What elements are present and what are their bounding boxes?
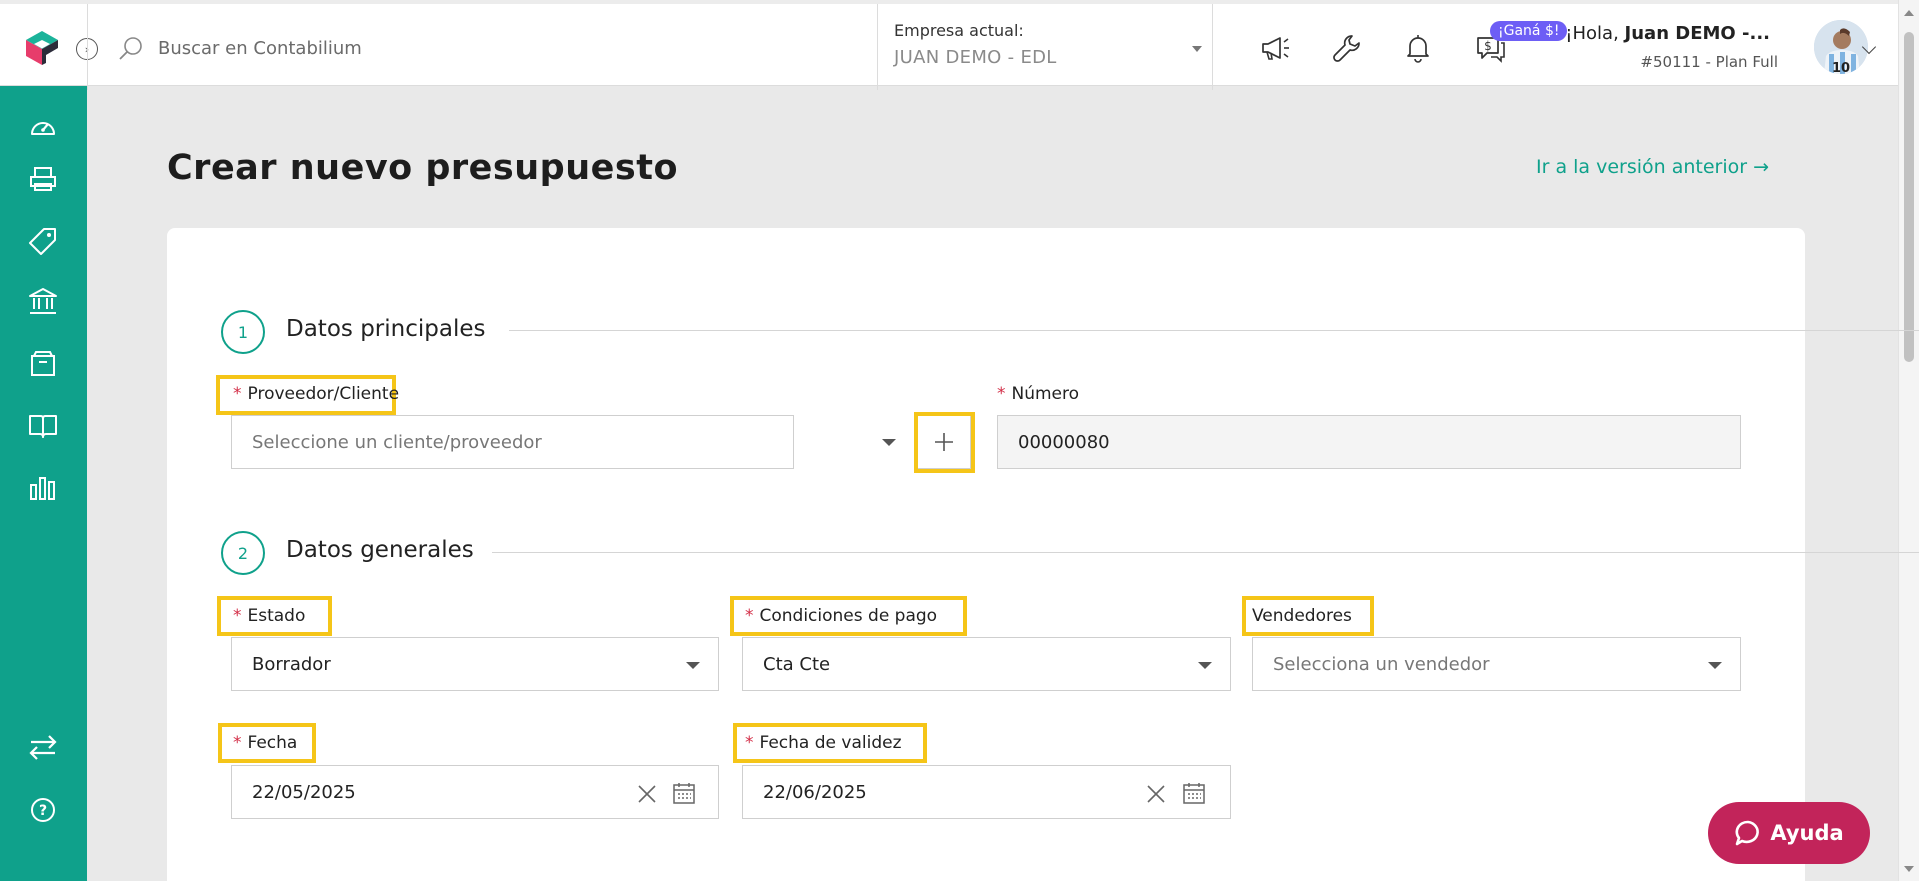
proveedor-select[interactable]: Seleccione un cliente/proveedor [231,415,794,469]
chevron-down-icon [1198,662,1212,669]
divider [87,4,88,90]
svg-text:10: 10 [1832,61,1850,74]
sidebar: ? [0,86,87,881]
chevron-down-icon [1192,46,1202,52]
help-label: Ayuda [1770,821,1844,845]
search-icon [119,37,142,60]
dashboard-icon[interactable] [26,111,60,145]
section-divider [492,552,1919,553]
required-mark: * [233,606,242,626]
required-mark: * [745,606,754,626]
chart-icon[interactable] [26,471,60,505]
greeting[interactable]: ¡Hola, Juan DEMO -... [1565,23,1770,44]
fecha-validez-label-text: Fecha de validez [759,733,902,753]
close-icon[interactable] [1145,783,1167,805]
estado-label: * Estado [233,606,305,626]
avatar[interactable]: 10 [1814,20,1868,74]
earn-badge[interactable]: ¡Ganá $! [1490,21,1568,41]
vendedores-label: Vendedores [1252,606,1352,626]
megaphone-icon[interactable] [1258,31,1292,65]
company-label: Empresa actual: [894,21,1024,40]
bell-icon[interactable] [1401,31,1435,65]
chevron-down-icon [686,662,700,669]
contabilium-logo[interactable] [22,28,62,68]
condiciones-value: Cta Cte [763,653,831,675]
transfer-icon[interactable] [26,730,60,764]
user-name: Juan DEMO -... [1624,23,1770,44]
condiciones-label-text: Condiciones de pago [759,606,938,626]
required-mark: * [233,384,242,404]
section-number: 1 [221,310,265,354]
numero-label: * Número [997,384,1079,404]
svg-text:$: $ [1484,39,1492,53]
company-value: JUAN DEMO - EDL [894,47,1057,68]
search-input[interactable] [158,34,758,62]
required-mark: * [997,384,1006,404]
bank-icon[interactable] [26,285,60,319]
calendar-icon[interactable] [672,781,696,805]
previous-version-link[interactable]: Ir a la versión anterior → [1536,156,1769,178]
tag-icon[interactable] [26,224,60,258]
wrench-icon[interactable] [1330,31,1364,65]
proveedor-label-text: Proveedor/Cliente [247,384,400,404]
avatar-image: 10 [1814,20,1868,74]
scrollbar[interactable] [1898,0,1919,881]
scroll-thumb[interactable] [1904,32,1914,362]
help-button[interactable]: Ayuda [1708,802,1870,864]
book-icon[interactable] [26,409,60,443]
vendedores-placeholder: Selecciona un vendedor [1273,653,1490,675]
divider [1212,4,1213,90]
fecha-validez-value: 22/06/2025 [763,781,867,803]
chat-bubble-icon [1735,820,1760,846]
vendedores-select[interactable]: Selecciona un vendedor [1252,637,1741,691]
section-divider [509,330,1919,331]
proveedor-label: * Proveedor/Cliente [233,384,399,404]
highlight-box [914,412,975,473]
top-bar: › Empresa actual: JUAN DEMO - EDL $ ¡Gan… [0,0,1898,90]
section-number: 2 [221,531,265,575]
box-icon[interactable] [26,347,60,381]
fecha-value: 22/05/2025 [252,781,356,803]
fecha-label: * Fecha [233,733,297,753]
required-mark: * [745,733,754,753]
company-selector[interactable]: Empresa actual: JUAN DEMO - EDL [878,4,1212,90]
estado-label-text: Estado [247,606,306,626]
numero-label-text: Número [1011,384,1080,404]
close-icon[interactable] [636,783,658,805]
form-card: 1 Datos principales * Proveedor/Cliente S… [167,228,1919,881]
calendar-icon[interactable] [1182,781,1206,805]
condiciones-select[interactable]: Cta Cte [742,637,1231,691]
scroll-up-icon[interactable] [1904,10,1914,16]
greeting-prefix: ¡Hola, [1565,23,1625,44]
condiciones-label: * Condiciones de pago [745,606,937,626]
fecha-validez-label: * Fecha de validez [745,733,902,753]
fecha-label-text: Fecha [247,733,298,753]
scroll-down-icon[interactable] [1904,866,1914,872]
numero-field[interactable]: 00000080 [997,415,1741,469]
plan-info: #50111 - Plan Full [1640,53,1778,71]
chevron-down-icon [882,439,896,446]
help-icon[interactable]: ? [26,793,60,827]
estado-value: Borrador [252,653,331,675]
estado-select[interactable]: Borrador [231,637,719,691]
chevron-down-icon [1708,662,1722,669]
section-title: Datos generales [286,537,474,563]
section-title: Datos principales [286,316,486,342]
printer-icon[interactable] [26,162,60,196]
page-title: Crear nuevo presupuesto [167,148,678,188]
svg-text:?: ? [39,803,47,819]
required-mark: * [233,733,242,753]
